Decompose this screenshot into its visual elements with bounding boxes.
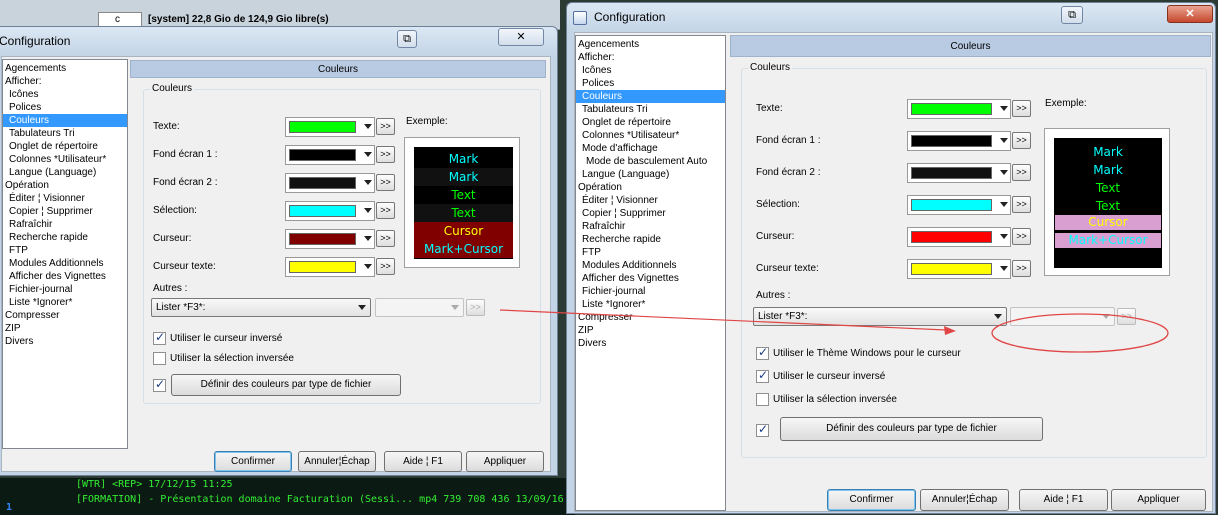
annotation-arrow-head: [944, 326, 956, 335]
annotation-ellipse: [991, 313, 1169, 353]
annotation-arrow: [499, 309, 947, 331]
annotation-overlay: [499, 309, 1169, 353]
